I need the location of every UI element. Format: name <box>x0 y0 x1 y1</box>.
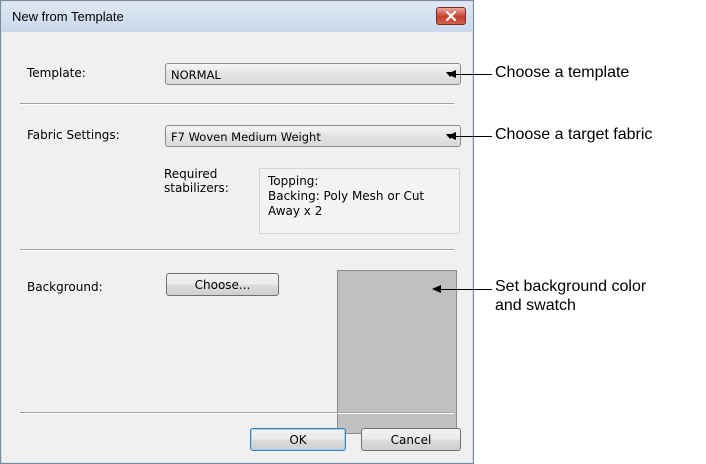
annotation-fabric-text: Choose a target fabric <box>495 126 653 143</box>
dialog-body: Template: NORMAL Fabric Settings: F7 Wov… <box>10 32 464 454</box>
separator <box>20 103 454 105</box>
template-value: NORMAL <box>171 68 221 82</box>
dialog-title: New from Template <box>12 9 124 24</box>
callout-line <box>455 74 492 75</box>
cancel-button[interactable]: Cancel <box>361 428 461 451</box>
background-swatch[interactable] <box>337 270 457 434</box>
annotation-background-text-1: Set background color <box>495 278 647 295</box>
choose-background-button[interactable]: Choose... <box>166 273 279 296</box>
annotation-background-text-2: and swatch <box>495 297 576 314</box>
stabilizers-backing-cont: Away x 2 <box>268 204 323 218</box>
fabric-settings-value: F7 Woven Medium Weight <box>171 130 321 144</box>
annotation-template-text: Choose a template <box>495 64 630 81</box>
background-label: Background: <box>27 280 103 294</box>
separator <box>20 412 454 414</box>
close-button[interactable] <box>436 7 466 25</box>
separator <box>20 249 454 251</box>
stabilizers-backing: Backing: Poly Mesh or Cut <box>268 189 425 203</box>
close-icon <box>446 11 456 21</box>
callout-line <box>440 289 492 290</box>
stabilizers-info-box: Topping: Backing: Poly Mesh or Cut Away … <box>259 168 460 234</box>
fabric-settings-label: Fabric Settings: <box>27 128 120 142</box>
title-bar[interactable]: New from Template <box>2 2 472 32</box>
fabric-settings-dropdown[interactable]: F7 Woven Medium Weight <box>165 125 461 147</box>
template-dropdown[interactable]: NORMAL <box>165 63 461 85</box>
stabilizers-label-line1: Required <box>164 167 218 181</box>
stabilizers-topping: Topping: <box>268 174 319 188</box>
template-label: Template: <box>27 66 86 80</box>
ok-button[interactable]: OK <box>250 428 346 451</box>
new-from-template-dialog: New from Template Template: NORMAL Fabri… <box>0 0 474 464</box>
stabilizers-label-line2: stabilizers: <box>164 181 229 195</box>
callout-line <box>455 136 492 137</box>
